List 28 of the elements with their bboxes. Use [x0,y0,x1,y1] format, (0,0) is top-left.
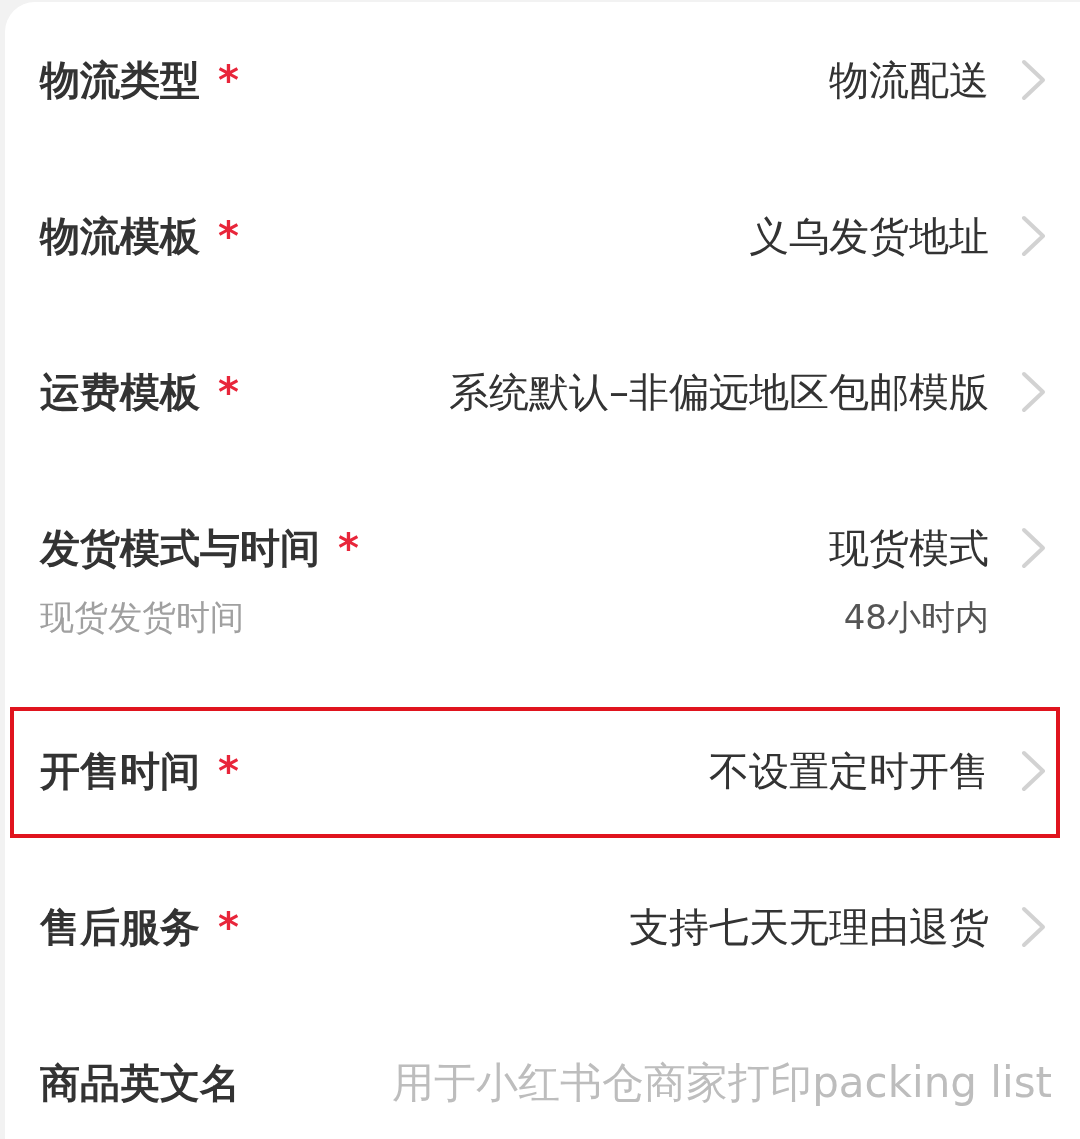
required-asterisk: * [218,903,239,951]
required-asterisk: * [338,524,359,572]
chevron-right-icon [1021,750,1047,792]
field-label: 开售时间 [40,747,200,795]
chevron-right-icon [1021,371,1047,413]
required-asterisk: * [218,56,239,104]
chevron-right-icon [1021,906,1047,948]
field-label: 售后服务 [40,903,200,951]
field-hint: 现货发货时间 [40,597,244,637]
required-asterisk: * [218,212,239,260]
option-select[interactable]: 不设置定时开售 [709,747,1047,795]
option-select[interactable]: 现货模式 [829,524,1047,572]
field-label: 发货模式与时间 [40,524,320,572]
text-input[interactable]: 用于小红书仓商家打印packing list [270,1058,1052,1108]
field-label: 物流模板 [40,212,200,260]
option-select[interactable]: 系统默认–非偏远地区包邮模版 [449,368,1047,416]
chevron-right-icon [1021,215,1047,257]
field-detail: 48小时内 [843,597,989,637]
chevron-right-icon [1021,527,1047,569]
chevron-right-icon [1021,59,1047,101]
required-asterisk: * [218,747,239,795]
option-select[interactable]: 物流配送 [829,56,1047,104]
option-select[interactable]: 义乌发货地址 [749,212,1047,260]
required-asterisk: * [218,368,239,416]
field-label: 运费模板 [40,368,200,416]
field-label: 物流类型 [40,56,200,104]
field-label: 商品英文名 [40,1059,240,1107]
option-select[interactable]: 支持七天无理由退货 [629,903,1047,951]
